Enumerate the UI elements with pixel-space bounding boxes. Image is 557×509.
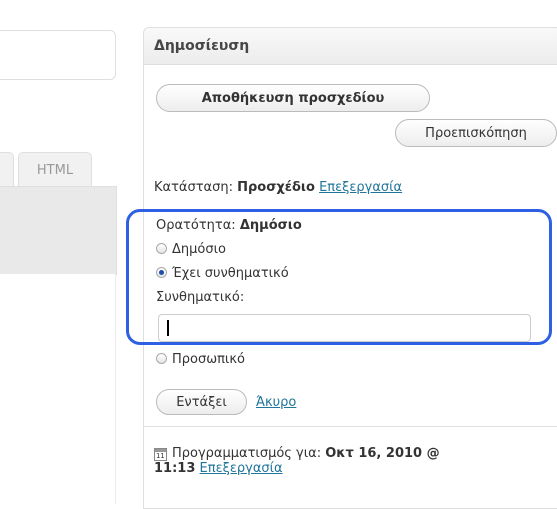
radio-private[interactable] bbox=[156, 353, 167, 364]
radio-password[interactable] bbox=[156, 267, 167, 278]
save-draft-button[interactable]: Αποθήκευση προσχεδίου bbox=[156, 84, 430, 112]
editor-toolbar bbox=[0, 186, 117, 275]
option-password-label: Έχει συνθηματικό bbox=[172, 266, 289, 281]
post-title-input[interactable] bbox=[0, 30, 116, 80]
password-input[interactable] bbox=[158, 314, 531, 342]
schedule-edit-link[interactable]: Επεξεργασία bbox=[200, 461, 283, 476]
editor-content-area[interactable] bbox=[0, 274, 116, 504]
ok-button[interactable]: Εντάξει bbox=[156, 389, 247, 415]
divider bbox=[144, 426, 557, 427]
visibility-value: Δημόσιο bbox=[239, 218, 302, 233]
option-public-label: Δημόσιο bbox=[172, 242, 226, 257]
status-label: Κατάσταση: bbox=[154, 180, 238, 195]
visibility-option-private[interactable]: Προσωπικό bbox=[156, 352, 245, 367]
status-edit-link[interactable]: Επεξεργασία bbox=[319, 180, 402, 195]
calendar-icon bbox=[154, 448, 167, 461]
schedule-text: Προγραμματισμός για: Οκτ 16, 2010 @ bbox=[172, 446, 440, 461]
visual-tab[interactable] bbox=[0, 152, 14, 187]
schedule-text-2: 11:13 Επεξεργασία bbox=[154, 461, 283, 476]
visibility-option-password[interactable]: Έχει συνθηματικό bbox=[156, 266, 289, 281]
preview-button[interactable]: Προεπισκόπηση bbox=[395, 119, 557, 147]
radio-public[interactable] bbox=[156, 243, 167, 254]
cancel-link[interactable]: Άκυρο bbox=[256, 395, 296, 410]
tab-html-label: HTML bbox=[36, 162, 74, 178]
tab-html[interactable]: HTML bbox=[18, 152, 92, 187]
password-label: Συνθηματικό: bbox=[156, 290, 245, 305]
visibility-label: Ορατότητα: bbox=[156, 218, 240, 233]
visibility-heading: Ορατότητα: Δημόσιο bbox=[156, 218, 302, 233]
publish-box: Δημοσίευση Αποθήκευση προσχεδίου Προεπισ… bbox=[143, 27, 557, 509]
visibility-option-public[interactable]: Δημόσιο bbox=[156, 242, 226, 257]
publish-box-title: Δημοσίευση bbox=[144, 28, 557, 65]
text-caret bbox=[167, 320, 169, 336]
option-private-label: Προσωπικό bbox=[172, 352, 245, 367]
status-value: Προσχέδιο bbox=[237, 180, 315, 195]
schedule-time: 11:13 bbox=[154, 461, 196, 476]
post-status: Κατάσταση: Προσχέδιο Επεξεργασία bbox=[154, 180, 402, 195]
schedule-label: Προγραμματισμός για: bbox=[172, 446, 326, 461]
schedule-date: Οκτ 16, 2010 @ bbox=[325, 446, 440, 461]
